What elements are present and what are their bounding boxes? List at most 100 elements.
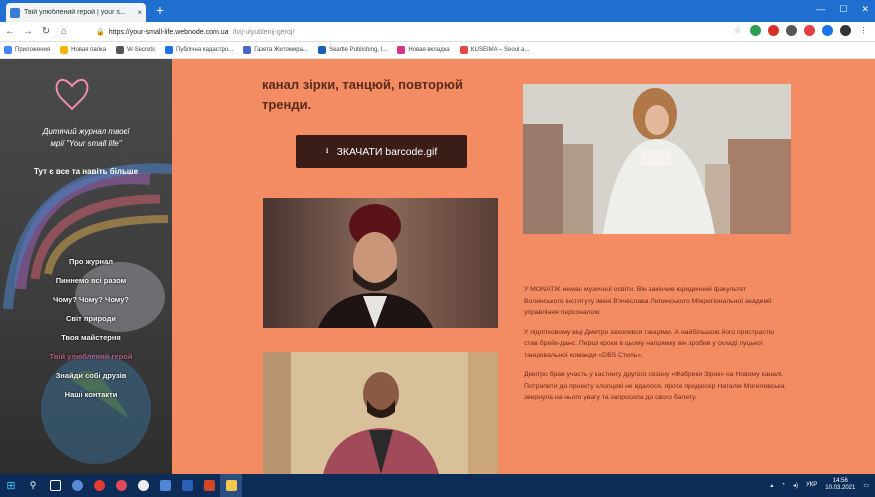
site-favicon-icon [10, 7, 20, 18]
tray-arrow-icon[interactable]: ▴ [770, 482, 773, 489]
bookmark-label: Новая папка [71, 47, 107, 53]
bookmark-item[interactable]: KUSEIMA – Seoul a... [459, 46, 530, 54]
opera-icon[interactable] [768, 25, 779, 36]
url-host: https://your-small-life.webnode.com.ua [108, 28, 229, 36]
nav-item[interactable]: Твій улюблений герой [0, 347, 172, 366]
bookmark-label: KUSEIMA – Seoul a... [470, 47, 530, 53]
nav-item[interactable]: Пиннемо всі разом [0, 271, 172, 290]
nav-item[interactable]: Світ природи [0, 309, 172, 328]
app-blue-taskbar-icon[interactable] [154, 474, 176, 497]
bookmark-icon [116, 46, 125, 54]
extensions-area: ☆ ⋮ [732, 25, 869, 36]
minimize-icon[interactable]: — [816, 4, 825, 15]
star-icon[interactable]: ☆ [732, 25, 743, 36]
close-window-icon[interactable]: ✕ [861, 4, 869, 15]
bookmark-icon [459, 46, 468, 54]
sidebar: Дитячий журнал твоєї мрії "Your small li… [0, 59, 172, 474]
bookmark-icon [397, 46, 406, 54]
bookmark-item[interactable]: Публічна кадастро... [165, 46, 233, 54]
extension-dark-icon[interactable] [786, 25, 797, 36]
paint-taskbar-icon[interactable] [220, 474, 242, 497]
bookmark-label: Публічна кадастро... [176, 47, 234, 53]
bookmark-label: Seartle Publishing, I... [328, 47, 388, 53]
bookmark-item[interactable]: Новая вкладка [397, 46, 450, 54]
tab-active[interactable]: Твій улюблений герой | your s... × [6, 3, 146, 22]
address-bar[interactable]: 🔒 https://your-small-life.webnode.com.ua… [96, 25, 716, 39]
nav-item[interactable]: Знайди собі друзів [0, 366, 172, 385]
profile-avatar-icon[interactable] [840, 25, 851, 36]
bookmark-icon [4, 46, 12, 54]
article-paragraph: Дмитро брав участь у кастингу другого се… [524, 371, 785, 401]
url-path: /tvij-ulyublenij-geroj/ [232, 28, 295, 36]
bookmark-label: W-Secrets [127, 47, 155, 53]
article-text: У MONATIK немає музичної освіти. Він зак… [524, 284, 786, 412]
bookmark-item[interactable]: Газета Житомира... [243, 46, 308, 54]
bookmark-label: Газета Житомира... [254, 47, 308, 53]
site-title-line2: мрії "Your small life" [50, 139, 122, 148]
forward-icon[interactable]: → [20, 26, 36, 37]
browser-window: { "browser": { "tab_title": "Твій улюбле… [0, 0, 875, 497]
bookmarks-bar: Приложения Новая папка W-Secrets Публічна к… [0, 42, 875, 59]
clock-time: 14:56 [832, 478, 848, 484]
powerpoint-taskbar-icon[interactable] [198, 474, 220, 497]
word-taskbar-icon[interactable] [176, 474, 198, 497]
bookmark-icon [243, 46, 252, 54]
opera-taskbar-icon[interactable] [88, 474, 110, 497]
back-icon[interactable]: ← [2, 26, 18, 37]
extension-green-icon[interactable] [750, 25, 761, 36]
tab-title: Твій улюблений герой | your s... [24, 9, 126, 16]
photo-monatik-pink [263, 352, 498, 474]
bookmark-label: Приложения [15, 47, 51, 53]
section-heading: канал зірки, танцюй, повторюй тренди. [262, 77, 463, 112]
bookmark-label: Новая вкладка [408, 47, 450, 53]
bookmark-icon [317, 46, 326, 54]
bookmark-item[interactable]: Seartle Publishing, I... [317, 46, 388, 54]
tab-strip: Твій улюблений герой | your s... × + — ☐… [0, 0, 875, 22]
language-indicator[interactable]: УКР [806, 482, 817, 488]
nav-item[interactable]: Твоя майстерня [0, 328, 172, 347]
clock[interactable]: 14:56 10.03.2021 [825, 478, 855, 492]
nav-item[interactable]: Наші контакти [0, 385, 172, 404]
nav-item[interactable]: Чому? Чому? Чому? [0, 290, 172, 309]
clock-date: 10.03.2021 [825, 485, 856, 491]
reload-icon[interactable]: ↻ [38, 26, 54, 37]
chrome-taskbar-icon[interactable] [66, 474, 88, 497]
new-tab-button[interactable]: + [152, 3, 168, 19]
photo-woman-city [523, 84, 791, 234]
bookmark-icon [60, 46, 69, 54]
windows-taskbar: ⊞ ⚲ ▴ ◔ ◂) УКР 14:56 10.03.2021 ▭ [0, 474, 875, 497]
bookmark-item[interactable]: Новая папка [60, 46, 106, 54]
app-red-taskbar-icon[interactable] [110, 474, 132, 497]
windows-start-icon[interactable]: ⊞ [0, 474, 22, 497]
notifications-icon[interactable]: ▭ [863, 482, 869, 489]
search-icon[interactable]: ⚲ [22, 474, 44, 497]
volume-icon[interactable]: ◂) [793, 482, 798, 489]
tab-close-icon[interactable]: × [137, 8, 142, 17]
maximize-icon[interactable]: ☐ [839, 4, 847, 15]
photo-monatik-hat [263, 198, 498, 328]
main-navigation: Про журнал Пиннемо всі разом Чому? Чому? Ч… [0, 252, 172, 404]
article-paragraph: У MONATIK немає музичної освіти. Він зак… [524, 286, 772, 316]
nav-item[interactable]: Про журнал [0, 252, 172, 271]
download-button[interactable]: ⭳ ЗКАЧАТИ barcode.gif [296, 135, 467, 168]
browser-toolbar: ← → ↻ ⌂ 🔒 https://your-small-life.webnod… [0, 22, 875, 42]
app-white-taskbar-icon[interactable] [132, 474, 154, 497]
network-icon[interactable]: ◔ [781, 482, 785, 488]
system-tray: ▴ ◔ ◂) УКР 14:56 10.03.2021 ▭ [770, 478, 869, 492]
site-title-line1: Дитячий журнал твоєї [42, 127, 130, 136]
site-title: Дитячий журнал твоєї мрії "Your small li… [0, 126, 172, 150]
article-paragraph: У підлітковому віці Дмитро захопився тан… [524, 328, 774, 359]
download-button-label: ЗКАЧАТИ barcode.gif [336, 145, 438, 158]
home-icon[interactable]: ⌂ [56, 26, 72, 37]
lock-icon: 🔒 [96, 29, 105, 36]
bookmark-item[interactable]: Приложения [4, 46, 50, 54]
menu-dots-icon[interactable]: ⋮ [858, 25, 869, 36]
extension-blue-icon[interactable] [822, 25, 833, 36]
bookmark-icon [165, 46, 173, 54]
site-tagline: Тут є все та навіть більше [33, 167, 139, 176]
extension-red-icon[interactable] [804, 25, 815, 36]
bookmark-item[interactable]: W-Secrets [116, 46, 155, 54]
download-icon: ⭳ [325, 145, 329, 155]
task-view-icon[interactable] [44, 474, 66, 497]
window-controls: — ☐ ✕ [816, 4, 869, 15]
